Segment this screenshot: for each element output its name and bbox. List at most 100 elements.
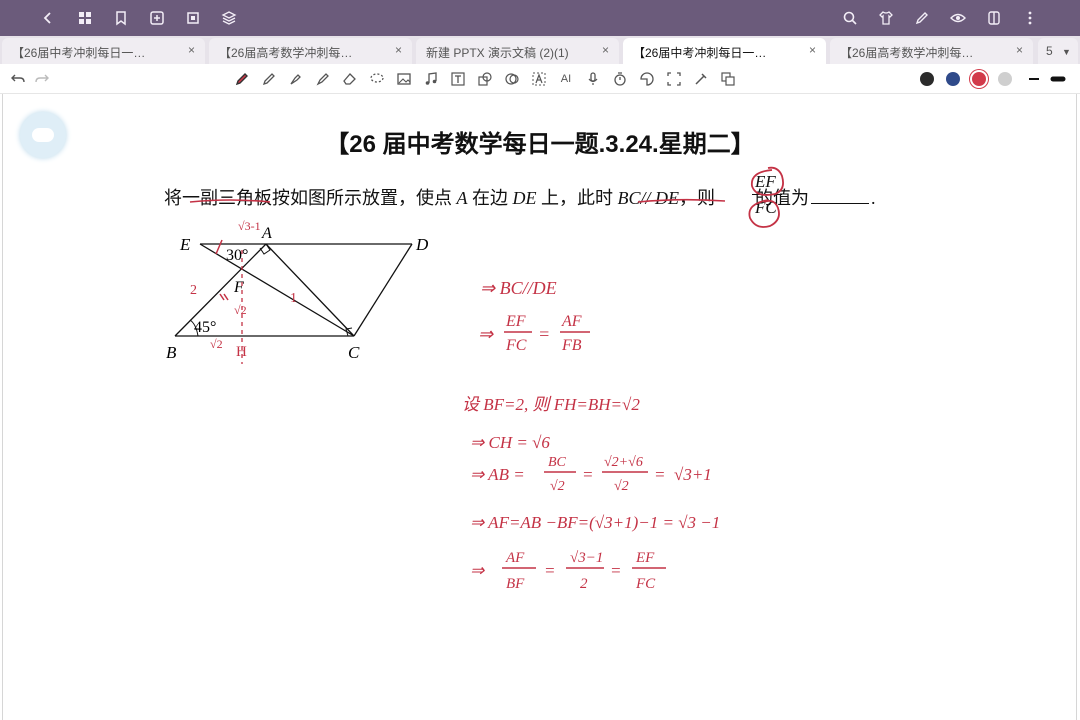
tab-1[interactable]: 【26届中考冲刺每日一… × <box>2 38 205 64</box>
tab-label: 【26届中考冲刺每日一… <box>633 46 767 60</box>
color-swatch-blue[interactable] <box>946 72 960 86</box>
shirt-icon[interactable] <box>874 6 898 30</box>
tab-4-active[interactable]: 【26届中考冲刺每日一… × <box>623 38 826 64</box>
laser-pointer-icon[interactable] <box>691 69 711 89</box>
work-line-1: ⇒ BC//DE <box>480 278 557 298</box>
work-line-6: ⇒ AF=AB −BF=(√3+1)−1 = √3 −1 <box>470 513 720 532</box>
tab-2[interactable]: 【26届高考数学冲刺每… × <box>209 38 412 64</box>
tab-close-icon[interactable]: × <box>395 43 402 57</box>
ink-bottom-FH: √2 <box>234 303 247 317</box>
label-E: E <box>179 235 191 254</box>
ink-near-A: √3-1 <box>238 219 261 233</box>
shape-icon[interactable] <box>475 69 495 89</box>
work-frac: FC <box>505 337 527 354</box>
lasso-icon[interactable] <box>367 69 387 89</box>
timer-icon[interactable] <box>610 69 630 89</box>
document-canvas[interactable]: 【26 届中考数学每日一题.3.24.星期二】 将一副三角板按如图所示放置，使点… <box>0 94 1080 720</box>
tab-bar: 【26届中考冲刺每日一… × 【26届高考数学冲刺每… × 新建 PPTX 演示… <box>0 36 1080 64</box>
grid-icon[interactable] <box>73 6 97 30</box>
work-frac: EF <box>635 550 655 566</box>
eraser-icon[interactable] <box>340 69 360 89</box>
angle-45-label: 45° <box>194 319 216 336</box>
tab-count[interactable]: 5 ▼ <box>1038 38 1078 64</box>
add-page-icon[interactable] <box>145 6 169 30</box>
pen-icon[interactable] <box>232 69 252 89</box>
label-C: C <box>348 343 360 362</box>
search-icon[interactable] <box>838 6 862 30</box>
work-frac: √2 <box>614 479 629 494</box>
text-recognition-icon[interactable] <box>529 69 549 89</box>
work-frac: √2+√6 <box>604 455 643 470</box>
ai-icon[interactable]: AI <box>556 69 576 89</box>
layers-icon[interactable] <box>217 6 241 30</box>
work-frac: FC <box>635 576 656 592</box>
text-box-icon[interactable] <box>448 69 468 89</box>
problem-title: 【26 届中考数学每日一题.3.24.星期二】 <box>325 131 755 158</box>
work-frac: √2 <box>550 479 565 494</box>
work-line-3: 设 BF=2, 则 FH=BH=√2 <box>462 395 640 414</box>
image-icon[interactable] <box>394 69 414 89</box>
thick-stroke-icon[interactable] <box>1048 69 1068 89</box>
tab-close-icon[interactable]: × <box>602 43 609 57</box>
fountain-pen-icon[interactable] <box>286 69 306 89</box>
tab-label: 【26届高考数学冲刺每… <box>219 46 353 60</box>
label-A: A <box>261 225 272 242</box>
work-frac: EF <box>505 313 526 330</box>
svg-text:=: = <box>610 561 621 580</box>
panel-icon[interactable] <box>982 6 1006 30</box>
label-B: B <box>166 343 177 362</box>
tab-close-icon[interactable]: × <box>1016 43 1023 57</box>
tab-3[interactable]: 新建 PPTX 演示文稿 (2)(1) × <box>416 38 619 64</box>
work-frac: BC <box>548 455 567 470</box>
work-result: √3+1 <box>674 465 712 484</box>
bookmark-icon[interactable] <box>109 6 133 30</box>
svg-text:=: = <box>582 465 593 484</box>
scan-icon[interactable] <box>664 69 684 89</box>
handwritten-solution: ⇒ BC//DE ⇒ EF FC = AF FB 设 BF=2, 则 FH=BH… <box>462 278 720 592</box>
thin-stroke-icon[interactable] <box>1024 69 1044 89</box>
translate-icon[interactable] <box>718 69 738 89</box>
pencil-icon[interactable] <box>259 69 279 89</box>
ink-H: H <box>236 344 247 360</box>
tab-label: 新建 PPTX 演示文稿 (2)(1) <box>426 46 569 60</box>
more-vertical-icon[interactable] <box>1018 6 1042 30</box>
work-frac: 2 <box>580 576 588 592</box>
svg-text:=: = <box>544 561 555 580</box>
work-frac: AF <box>505 550 525 566</box>
ink-edge-BF: 2 <box>190 283 197 298</box>
answer-blank <box>811 203 869 204</box>
pen-edit-icon[interactable] <box>910 6 934 30</box>
ink-edge-AC: 1 <box>290 291 297 306</box>
eye-icon[interactable] <box>946 6 970 30</box>
work-frac: FB <box>561 337 582 354</box>
tab-5[interactable]: 【26届高考数学冲刺每… × <box>830 38 1033 64</box>
tab-label: 【26届高考数学冲刺每… <box>840 46 974 60</box>
svg-text:=: = <box>654 465 665 484</box>
music-icon[interactable] <box>421 69 441 89</box>
microphone-icon[interactable] <box>583 69 603 89</box>
color-swatch-red-selected[interactable] <box>972 72 986 86</box>
app-bar <box>0 0 1080 36</box>
ink-near-B: √2 <box>210 337 223 351</box>
label-D: D <box>415 235 429 254</box>
ocr-icon[interactable] <box>502 69 522 89</box>
geometry-figure: E A D F B C 30° 45° √3-1 2 1 √2 √2 H <box>166 219 429 364</box>
problem-text: . <box>871 188 876 208</box>
highlighter-icon[interactable] <box>313 69 333 89</box>
chevron-down-icon: ▼ <box>1062 47 1071 57</box>
tab-count-label: 5 <box>1046 44 1053 58</box>
drawing-toolbar: AI <box>0 64 1080 94</box>
angle-30-label: 30° <box>226 247 248 264</box>
redo-icon[interactable] <box>32 69 52 89</box>
tab-close-icon[interactable]: × <box>188 43 195 57</box>
sticker-icon[interactable] <box>637 69 657 89</box>
work-line-7: ⇒ <box>470 561 485 580</box>
undo-icon[interactable] <box>8 69 28 89</box>
work-line-5: ⇒ AB = <box>470 465 525 484</box>
tab-close-icon[interactable]: × <box>809 43 816 57</box>
page-edge-left <box>2 94 3 720</box>
color-swatch-gray[interactable] <box>998 72 1012 86</box>
back-icon[interactable] <box>36 6 60 30</box>
crop-icon[interactable] <box>181 6 205 30</box>
color-swatch-black[interactable] <box>920 72 934 86</box>
